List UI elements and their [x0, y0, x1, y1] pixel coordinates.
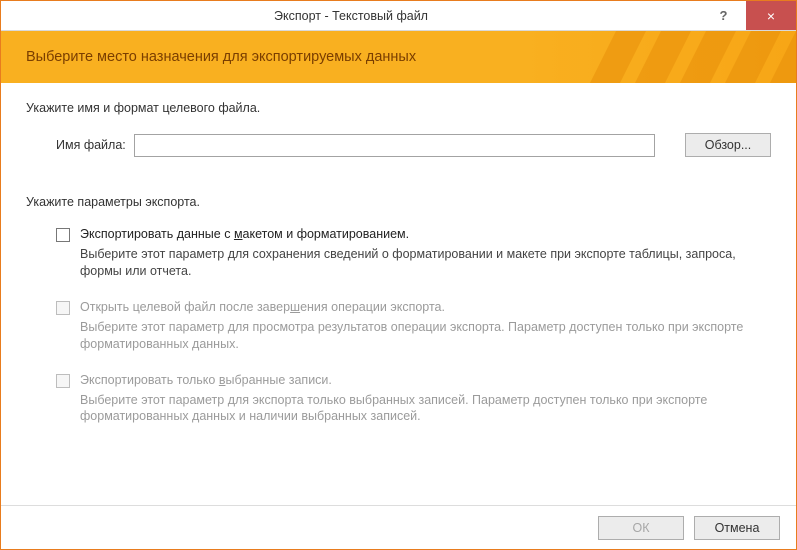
- banner-decor-icon: [576, 31, 796, 83]
- option-title: Открыть целевой файл после завершения оп…: [80, 300, 771, 314]
- help-button[interactable]: ?: [701, 1, 746, 30]
- content-area: Укажите имя и формат целевого файла. Имя…: [1, 83, 796, 505]
- banner: Выберите место назначения для экспортиру…: [1, 31, 796, 83]
- option-title: Экспортировать данные с макетом и формат…: [80, 227, 771, 241]
- option-body: Открыть целевой файл после завершения оп…: [80, 300, 771, 353]
- banner-heading: Выберите место назначения для экспортиру…: [26, 49, 416, 65]
- checkbox-export-layout[interactable]: [56, 228, 70, 242]
- option-desc: Выберите этот параметр для просмотра рез…: [80, 319, 771, 353]
- option-body: Экспортировать данные с макетом и формат…: [80, 227, 771, 280]
- file-label: Имя файла:: [56, 138, 126, 152]
- titlebar: Экспорт - Текстовый файл ? ×: [1, 1, 796, 31]
- option-body: Экспортировать только выбранные записи. …: [80, 373, 771, 426]
- options-group: Экспортировать данные с макетом и формат…: [56, 227, 771, 425]
- option-desc: Выберите этот параметр для экспорта толь…: [80, 392, 771, 426]
- cancel-button[interactable]: Отмена: [694, 516, 780, 540]
- option-desc: Выберите этот параметр для сохранения св…: [80, 246, 771, 280]
- browse-button[interactable]: Обзор...: [685, 133, 771, 157]
- file-row: Имя файла: Обзор...: [56, 133, 771, 157]
- export-dialog: Экспорт - Текстовый файл ? × Выберите ме…: [0, 0, 797, 550]
- footer: ОК Отмена: [1, 505, 796, 549]
- option-export-layout: Экспортировать данные с макетом и формат…: [56, 227, 771, 280]
- option-selected-only: Экспортировать только выбранные записи. …: [56, 373, 771, 426]
- option-title: Экспортировать только выбранные записи.: [80, 373, 771, 387]
- close-button[interactable]: ×: [746, 1, 796, 30]
- option-open-after: Открыть целевой файл после завершения оп…: [56, 300, 771, 353]
- params-section-label: Укажите параметры экспорта.: [26, 195, 771, 209]
- window-title: Экспорт - Текстовый файл: [1, 9, 701, 23]
- checkbox-selected-only: [56, 374, 70, 388]
- ok-button[interactable]: ОК: [598, 516, 684, 540]
- checkbox-open-after: [56, 301, 70, 315]
- titlebar-buttons: ? ×: [701, 1, 796, 30]
- destination-section-label: Укажите имя и формат целевого файла.: [26, 101, 771, 115]
- filename-input[interactable]: [134, 134, 655, 157]
